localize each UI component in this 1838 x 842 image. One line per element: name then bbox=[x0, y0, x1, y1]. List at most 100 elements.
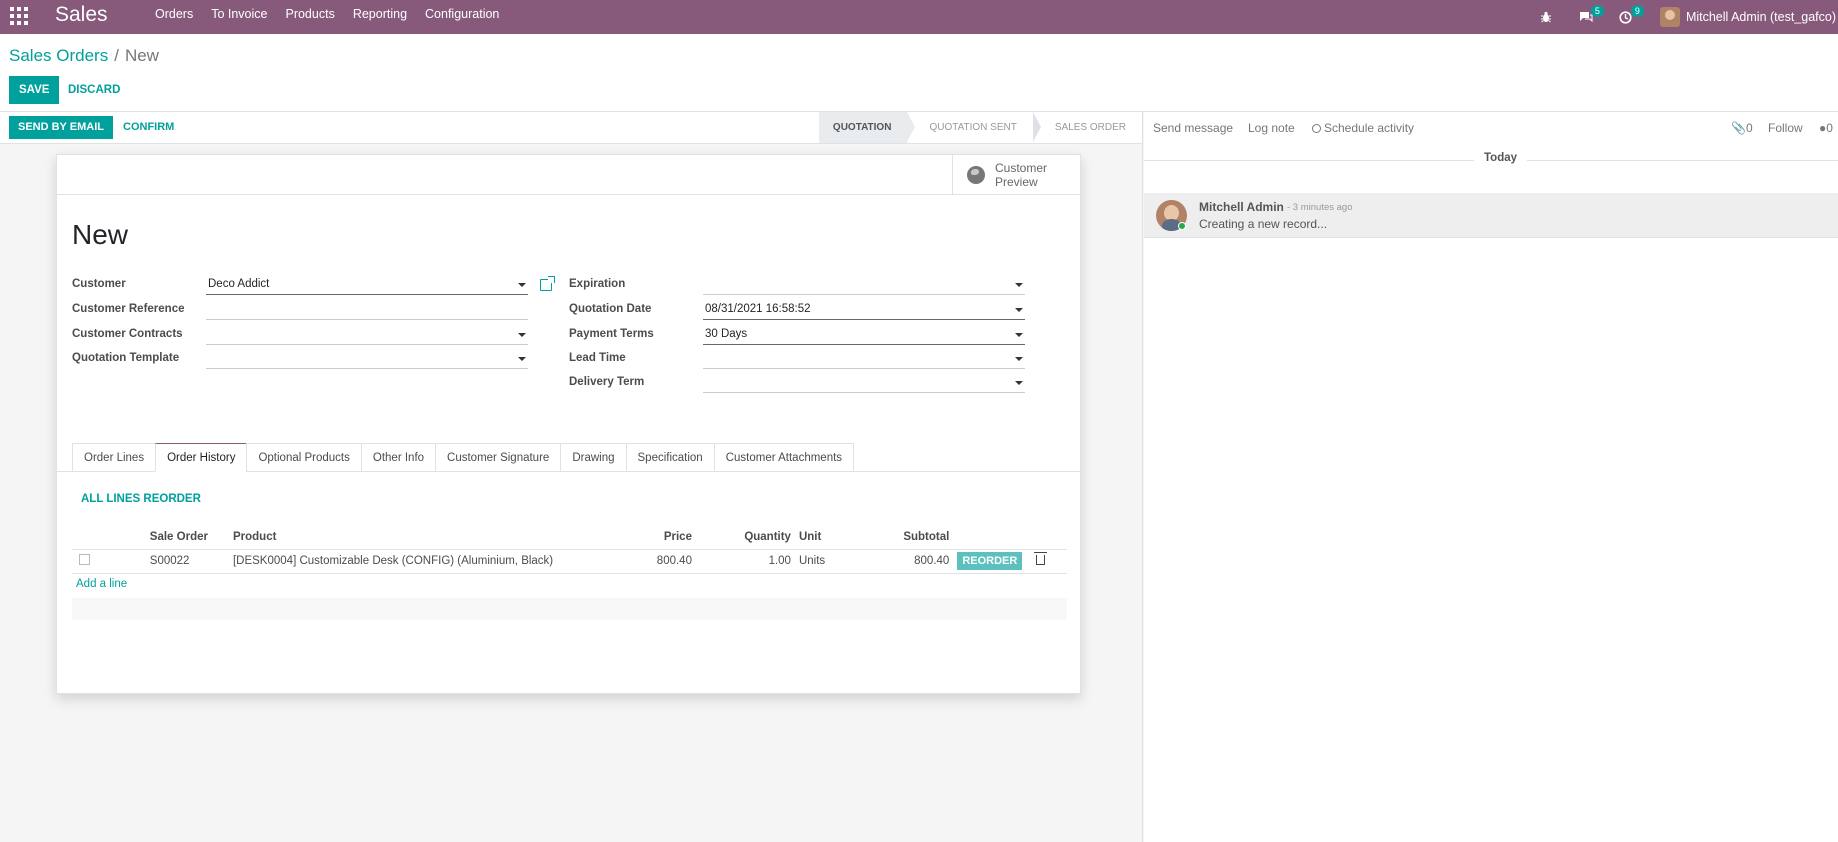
stage-quotation[interactable]: QUOTATION bbox=[818, 112, 916, 143]
log-note-button[interactable]: Log note bbox=[1248, 121, 1295, 135]
breadcrumb-sales-orders[interactable]: Sales Orders bbox=[9, 46, 108, 65]
customer-preview-button[interactable]: Customer Preview bbox=[952, 155, 1080, 195]
tab-order-lines[interactable]: Order Lines bbox=[72, 443, 156, 472]
menu-configuration[interactable]: Configuration bbox=[416, 0, 508, 34]
price-cell[interactable]: 800.40 bbox=[611, 549, 696, 574]
external-link-icon[interactable] bbox=[540, 276, 555, 291]
quotation-date-label: Quotation Date bbox=[569, 303, 652, 315]
lead-time-label: Lead Time bbox=[569, 352, 626, 364]
quotation-date-value: 08/31/2021 16:58:52 bbox=[705, 303, 811, 315]
all-lines-reorder-button[interactable]: ALL LINES REORDER bbox=[81, 493, 201, 505]
activities-badge: 9 bbox=[1630, 5, 1644, 17]
column-header-product[interactable]: Product bbox=[228, 525, 612, 550]
app-title[interactable]: Sales bbox=[55, 3, 108, 27]
dropdown-caret-icon[interactable] bbox=[518, 283, 526, 287]
dropdown-caret-icon[interactable] bbox=[1015, 308, 1023, 312]
unit-cell[interactable]: Units bbox=[794, 549, 865, 574]
breadcrumb-separator: / bbox=[114, 46, 119, 65]
stage-sales-order[interactable]: SALES ORDER bbox=[1033, 112, 1142, 143]
table-row[interactable]: S00022 [DESK0004] Customizable Desk (CON… bbox=[72, 549, 1067, 574]
chatter-topbar: Send message Log note Schedule activity … bbox=[1144, 112, 1838, 144]
follow-button[interactable]: Follow bbox=[1768, 121, 1803, 135]
sale-order-cell[interactable]: S00022 bbox=[145, 549, 229, 574]
online-status-icon bbox=[1178, 222, 1186, 230]
dropdown-caret-icon[interactable] bbox=[518, 357, 526, 361]
column-header-sale-order[interactable]: Sale Order bbox=[145, 525, 229, 550]
trash-icon[interactable] bbox=[1034, 551, 1048, 565]
delivery-term-label: Delivery Term bbox=[569, 376, 645, 388]
main-menu: Orders To Invoice Products Reporting Con… bbox=[146, 0, 508, 34]
button-box: Customer Preview bbox=[57, 155, 1080, 195]
messages-badge: 5 bbox=[1590, 5, 1604, 17]
tab-customer-signature[interactable]: Customer Signature bbox=[435, 443, 561, 472]
save-button[interactable]: SAVE bbox=[9, 76, 60, 104]
order-history-table: Sale Order Product Price Quantity Unit S… bbox=[72, 525, 1067, 574]
stage-pipeline: QUOTATION QUOTATION SENT SALES ORDER bbox=[818, 112, 1142, 143]
quantity-cell[interactable]: 1.00 bbox=[695, 549, 795, 574]
dropdown-caret-icon[interactable] bbox=[1015, 357, 1023, 361]
tab-drawing[interactable]: Drawing bbox=[560, 443, 626, 472]
breadcrumb: Sales Orders / New bbox=[9, 46, 159, 66]
add-a-line-link[interactable]: Add a line bbox=[76, 578, 127, 590]
dropdown-caret-icon[interactable] bbox=[1015, 333, 1023, 337]
column-header-subtotal[interactable]: Subtotal bbox=[864, 525, 954, 550]
empty-row bbox=[72, 598, 1067, 620]
form-view: SEND BY EMAIL CONFIRM QUOTATION QUOTATIO… bbox=[0, 112, 1143, 842]
quotation-date-field[interactable]: 08/31/2021 16:58:52 bbox=[703, 300, 1025, 320]
action-column-header bbox=[953, 525, 1027, 550]
menu-to-invoice[interactable]: To Invoice bbox=[202, 0, 276, 34]
expiration-field[interactable] bbox=[703, 275, 1025, 295]
attachments-count: 0 bbox=[1745, 121, 1753, 135]
tab-other-info[interactable]: Other Info bbox=[360, 443, 436, 472]
delivery-term-field[interactable] bbox=[703, 373, 1025, 393]
quotation-template-field[interactable] bbox=[206, 349, 528, 369]
schedule-activity-button[interactable]: Schedule activity bbox=[1312, 121, 1414, 135]
customer-preview-label: Customer Preview bbox=[995, 161, 1048, 189]
customer-contracts-label: Customer Contracts bbox=[72, 328, 183, 340]
chatter: Send message Log note Schedule activity … bbox=[1144, 112, 1838, 842]
column-header-price[interactable]: Price bbox=[611, 525, 696, 550]
message-time: - 3 minutes ago bbox=[1287, 202, 1353, 213]
apps-menu-icon[interactable] bbox=[10, 7, 28, 25]
expiration-label: Expiration bbox=[569, 278, 626, 290]
menu-products[interactable]: Products bbox=[276, 0, 343, 34]
customer-contracts-field[interactable] bbox=[206, 325, 528, 345]
payment-terms-label: Payment Terms bbox=[569, 328, 654, 340]
stage-quotation-sent[interactable]: QUOTATION SENT bbox=[907, 112, 1041, 143]
tab-customer-attachments[interactable]: Customer Attachments bbox=[713, 443, 855, 472]
user-menu[interactable]: Mitchell Admin (test_gafco) bbox=[1659, 7, 1836, 27]
confirm-button[interactable]: CONFIRM bbox=[114, 116, 183, 139]
menu-reporting[interactable]: Reporting bbox=[344, 0, 416, 34]
subtotal-cell: 800.40 bbox=[864, 549, 954, 574]
activities-clock-icon[interactable]: 9 bbox=[1610, 5, 1644, 27]
send-by-email-button[interactable]: SEND BY EMAIL bbox=[9, 116, 113, 139]
reorder-button[interactable]: REORDER bbox=[957, 552, 1023, 570]
user-avatar bbox=[1659, 7, 1680, 27]
product-cell[interactable]: [DESK0004] Customizable Desk (CONFIG) (A… bbox=[228, 549, 612, 574]
followers-button[interactable]: ●0 bbox=[1819, 121, 1833, 135]
customer-field[interactable]: Deco Addict bbox=[206, 275, 528, 295]
dropdown-caret-icon[interactable] bbox=[1015, 381, 1023, 385]
row-checkbox[interactable] bbox=[79, 554, 90, 565]
payment-terms-field[interactable]: 30 Days bbox=[703, 325, 1025, 345]
messages-icon[interactable]: 5 bbox=[1570, 5, 1604, 27]
dropdown-caret-icon[interactable] bbox=[1015, 283, 1023, 287]
customer-reference-field[interactable] bbox=[206, 300, 528, 320]
column-header-unit[interactable]: Unit bbox=[794, 525, 865, 550]
attachments-button[interactable]: 📎0 bbox=[1731, 121, 1753, 135]
delete-column-header bbox=[1026, 525, 1067, 550]
schedule-activity-label: Schedule activity bbox=[1324, 121, 1415, 135]
tab-specification[interactable]: Specification bbox=[625, 443, 714, 472]
send-message-button[interactable]: Send message bbox=[1153, 121, 1233, 135]
lead-time-field[interactable] bbox=[703, 349, 1025, 369]
control-panel: Sales Orders / New SAVE DISCARD bbox=[0, 34, 1838, 112]
message-author[interactable]: Mitchell Admin bbox=[1199, 200, 1284, 214]
column-header-quantity[interactable]: Quantity bbox=[695, 525, 795, 550]
tab-order-history[interactable]: Order History bbox=[155, 443, 247, 472]
tab-optional-products[interactable]: Optional Products bbox=[246, 443, 361, 472]
discard-button[interactable]: DISCARD bbox=[59, 76, 129, 104]
menu-orders[interactable]: Orders bbox=[146, 0, 202, 34]
debug-bug-icon[interactable] bbox=[1530, 7, 1562, 27]
dropdown-caret-icon[interactable] bbox=[518, 333, 526, 337]
customer-value: Deco Addict bbox=[208, 278, 270, 290]
